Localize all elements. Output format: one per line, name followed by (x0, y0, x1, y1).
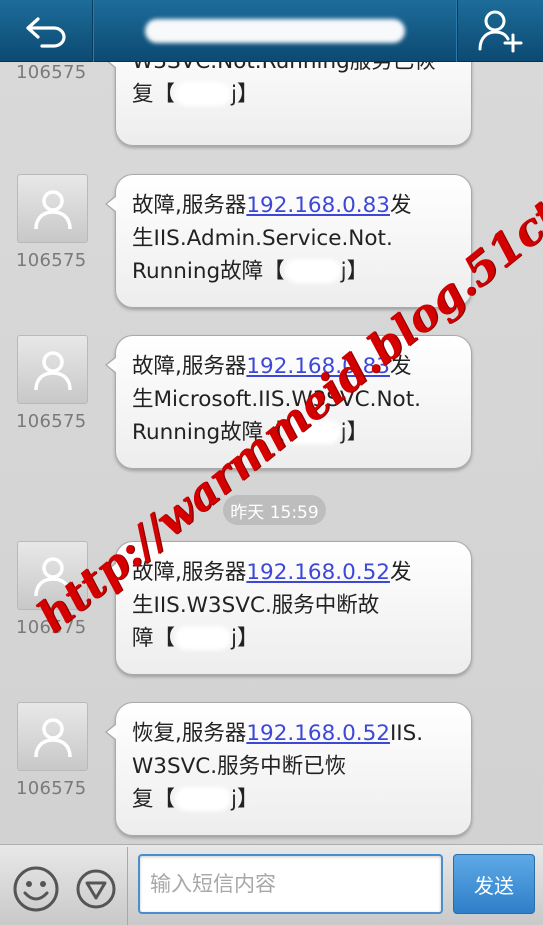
person-icon (33, 717, 72, 757)
avatar[interactable] (17, 335, 88, 404)
sender-number: 106575 (16, 411, 87, 432)
avatar[interactable] (17, 174, 88, 243)
message-bubble[interactable]: 故障,服务器192.168.0.83发 生Microsoft.IIS.W3SVC… (105, 335, 472, 469)
emoji-button[interactable] (12, 865, 60, 913)
send-button[interactable]: 发送 (453, 854, 535, 914)
message-text: j】 (231, 82, 259, 107)
avatar[interactable] (17, 702, 88, 771)
conversation-view[interactable]: 106575 W3SVC.Not.Running服务已恢 复【 j】 106575… (0, 62, 543, 844)
redacted-name (175, 82, 232, 106)
person-icon (33, 556, 72, 596)
message-text: W3SVC.服务中断已恢 (132, 754, 347, 779)
sms-input[interactable] (138, 854, 443, 914)
message-text: 恢复,服务器 (132, 721, 247, 746)
message-text: j】 (231, 626, 259, 651)
message-text: 故障,服务器 (132, 193, 247, 218)
date-separator: 昨天 15:59 (223, 495, 326, 525)
message-bubble[interactable]: W3SVC.Not.Running服务已恢 复【 j】 (105, 62, 472, 146)
message-text: j】 (231, 787, 259, 812)
message-bubble[interactable]: 故障,服务器192.168.0.52发 生IIS.W3SVC.服务中断故 障【 j… (105, 541, 472, 675)
triangle-down-icon (76, 869, 116, 909)
contact-name-redacted (145, 18, 405, 43)
avatar[interactable] (17, 541, 88, 610)
message-text: W3SVC.Not.Running服务已恢 (132, 62, 436, 74)
message-text: 故障,服务器 (132, 354, 247, 379)
sender-number: 106575 (16, 778, 87, 799)
message-text: 障【 (132, 626, 176, 651)
message-bubble[interactable]: 故障,服务器192.168.0.83发 生IIS.Admin.Service.N… (105, 174, 472, 308)
sender-number: 106575 (16, 250, 87, 271)
message-text: 生Microsoft.IIS.W3SVC.Not. (132, 387, 421, 412)
sender-number: 106575 (16, 62, 87, 83)
divider (127, 847, 128, 925)
message-text: IIS. (389, 721, 424, 746)
message-text: j】 (340, 259, 369, 284)
message-text: 发 (389, 193, 412, 218)
ip-link[interactable]: 192.168.0.83 (246, 354, 390, 379)
sender-number: 106575 (16, 617, 87, 638)
ip-link[interactable]: 192.168.0.52 (246, 560, 390, 585)
redacted-name (175, 626, 232, 650)
back-arrow-icon (26, 16, 66, 48)
ip-link[interactable]: 192.168.0.52 (246, 721, 390, 746)
message-text: 发 (389, 560, 412, 585)
contact-title (93, 0, 457, 62)
message-text: 生IIS.W3SVC.服务中断故 (132, 593, 380, 618)
title-bar (0, 0, 543, 62)
person-icon (33, 350, 72, 390)
message-text: j】 (340, 420, 369, 445)
redacted-name (284, 259, 341, 283)
more-options-button[interactable] (75, 865, 117, 913)
redacted-name (284, 420, 341, 444)
message-text: 复【 (132, 82, 176, 107)
message-text: 复【 (132, 787, 176, 812)
message-text: 故障,服务器 (132, 560, 247, 585)
message-text: 生IIS.Admin.Service.Not. (132, 226, 393, 251)
back-button[interactable] (0, 0, 93, 62)
composer-bar: 发送 (0, 844, 543, 925)
message-text: 发 (389, 354, 412, 379)
add-person-icon (478, 10, 522, 52)
message-bubble[interactable]: 恢复,服务器192.168.0.52IIS. W3SVC.服务中断已恢 复【 j】 (105, 702, 472, 836)
message-text: Running故障【 (132, 259, 285, 284)
add-contact-button[interactable] (457, 0, 543, 62)
redacted-name (175, 787, 232, 811)
message-text: Running故障【 (132, 420, 285, 445)
smiley-icon (13, 866, 59, 912)
person-icon (33, 189, 72, 229)
ip-link[interactable]: 192.168.0.83 (246, 193, 390, 218)
